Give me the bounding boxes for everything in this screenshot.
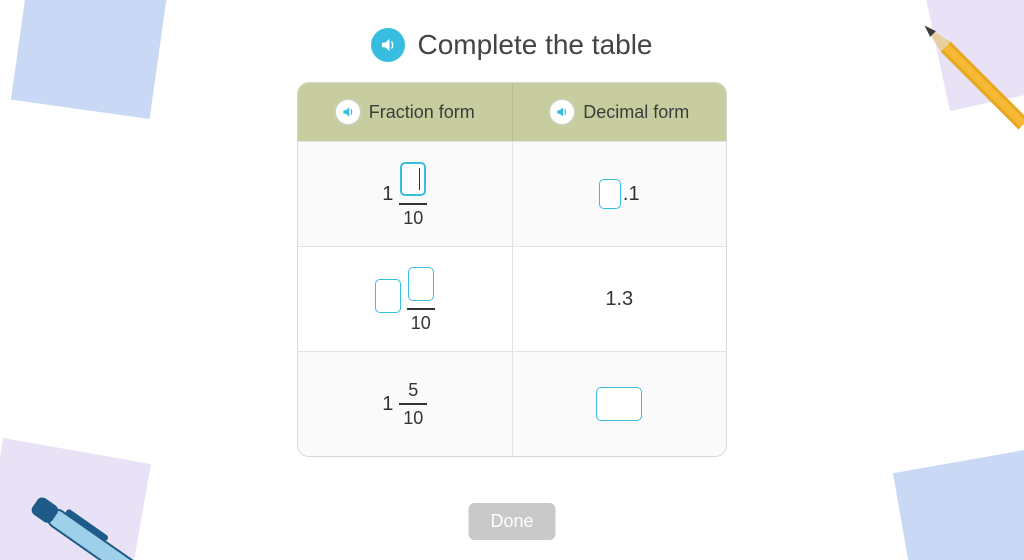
pen-decoration <box>23 488 177 560</box>
mixed-fraction: 1 10 <box>382 160 427 229</box>
decimal-cell <box>512 352 727 456</box>
paper-decoration <box>893 449 1024 560</box>
denominator: 10 <box>403 207 423 229</box>
decimal-text: .1 <box>623 183 640 206</box>
table-row: 1 5 10 <box>298 351 726 456</box>
header-label: Fraction form <box>369 102 475 123</box>
fraction-part: 10 <box>407 265 435 334</box>
read-aloud-button[interactable] <box>549 99 575 125</box>
fraction-bar <box>407 308 435 310</box>
fraction-part: 10 <box>399 160 427 229</box>
numerator-input[interactable] <box>400 162 426 196</box>
instruction-title: Complete the table <box>417 29 652 61</box>
speaker-icon <box>379 36 397 54</box>
mixed-fraction: 1 5 10 <box>382 379 427 429</box>
whole-number-input[interactable] <box>375 279 401 313</box>
decimal-input[interactable] <box>596 387 642 421</box>
fraction-cell: 1 10 <box>298 142 512 246</box>
fraction-decimal-table: Fraction form Decimal form 1 <box>297 82 727 457</box>
whole-number: 1 <box>382 183 393 206</box>
whole-number: 1 <box>382 393 393 416</box>
mixed-fraction: 10 <box>375 265 435 334</box>
denominator: 10 <box>411 312 431 334</box>
decimal-value: 1.3 <box>605 288 633 311</box>
header-label: Decimal form <box>583 102 689 123</box>
table-row: 10 1.3 <box>298 246 726 351</box>
column-header-fraction: Fraction form <box>298 83 512 141</box>
decimal-cell: 1.3 <box>512 247 727 351</box>
fraction-bar <box>399 203 427 205</box>
table-body: 1 10 .1 <box>298 141 726 456</box>
speaker-icon <box>555 105 569 119</box>
fraction-cell: 1 5 10 <box>298 352 512 456</box>
decimal-cell: .1 <box>512 142 727 246</box>
exercise-stage: Complete the table Fraction form <box>0 0 1024 560</box>
table-header: Fraction form Decimal form <box>298 83 726 141</box>
read-aloud-button[interactable] <box>371 28 405 62</box>
fraction-bar <box>399 403 427 405</box>
read-aloud-button[interactable] <box>335 99 361 125</box>
done-button[interactable]: Done <box>468 503 555 540</box>
title-row: Complete the table <box>0 28 1024 62</box>
denominator: 10 <box>403 407 423 429</box>
numerator: 5 <box>408 379 418 401</box>
column-header-decimal: Decimal form <box>512 83 727 141</box>
fraction-cell: 10 <box>298 247 512 351</box>
decimal-whole-input[interactable] <box>599 179 621 209</box>
numerator-input[interactable] <box>408 267 434 301</box>
fraction-part: 5 10 <box>399 379 427 429</box>
speaker-icon <box>341 105 355 119</box>
table-row: 1 10 .1 <box>298 141 726 246</box>
